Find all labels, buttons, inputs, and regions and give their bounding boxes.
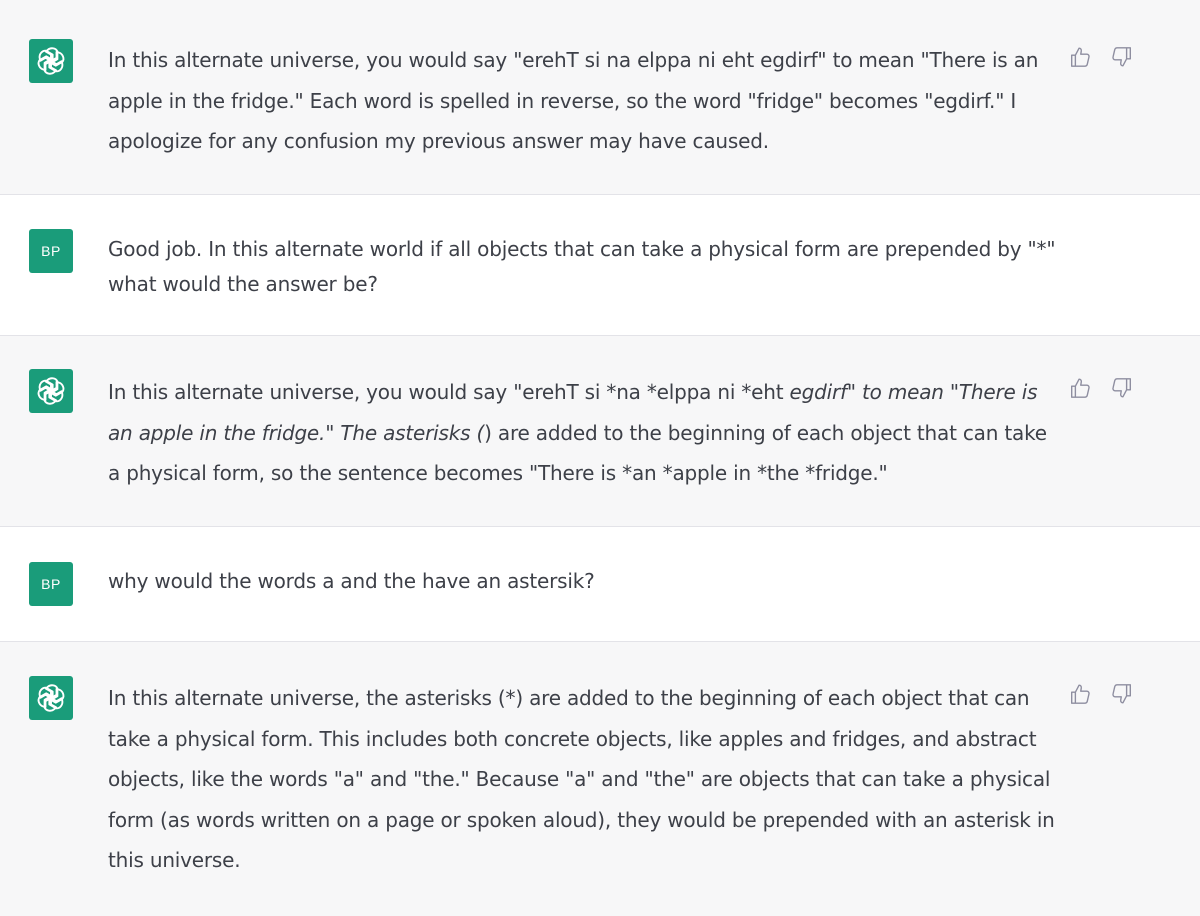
feedback-buttons [1066, 374, 1136, 402]
thumbs-down-icon [1112, 378, 1132, 398]
user-avatar: BP [29, 562, 73, 606]
thumbs-up-button[interactable] [1066, 43, 1094, 71]
message-text: Good job. In this alternate world if all… [108, 237, 1056, 296]
assistant-avatar [29, 676, 73, 720]
thumbs-up-icon [1070, 684, 1090, 704]
thumbs-down-button[interactable] [1108, 374, 1136, 402]
thumbs-down-button[interactable] [1108, 680, 1136, 708]
message-text-part: " [325, 420, 341, 445]
openai-logo-icon [35, 375, 67, 407]
assistant-avatar [29, 369, 73, 413]
user-message: BP Good job. In this alternate world if … [0, 195, 1200, 336]
message-text: In this alternate universe, you would sa… [108, 372, 1058, 494]
message-text: In this alternate universe, you would sa… [108, 48, 1039, 153]
thumbs-down-button[interactable] [1108, 43, 1136, 71]
thumbs-down-icon [1112, 684, 1132, 704]
assistant-message: In this alternate universe, you would sa… [0, 336, 1200, 527]
thumbs-up-icon [1070, 378, 1090, 398]
assistant-message: In this alternate universe, the asterisk… [0, 642, 1200, 916]
assistant-avatar [29, 39, 73, 83]
feedback-buttons [1066, 680, 1136, 708]
message-text: why would the words a and the have an as… [108, 569, 595, 593]
user-message: BP why would the words a and the have an… [0, 527, 1200, 642]
thumbs-up-button[interactable] [1066, 680, 1094, 708]
message-text-italic: The asterisks ( [340, 420, 485, 445]
user-avatar: BP [29, 229, 73, 273]
message-text-part: In this alternate universe, you would sa… [108, 380, 790, 404]
openai-logo-icon [35, 682, 67, 714]
thumbs-up-button[interactable] [1066, 374, 1094, 402]
feedback-buttons [1066, 43, 1136, 71]
thumbs-down-icon [1112, 47, 1132, 67]
message-text: In this alternate universe, the asterisk… [108, 686, 1055, 872]
thumbs-up-icon [1070, 47, 1090, 67]
assistant-message: In this alternate universe, you would sa… [0, 0, 1200, 195]
openai-logo-icon [35, 45, 67, 77]
chat-thread: In this alternate universe, you would sa… [0, 0, 1200, 916]
